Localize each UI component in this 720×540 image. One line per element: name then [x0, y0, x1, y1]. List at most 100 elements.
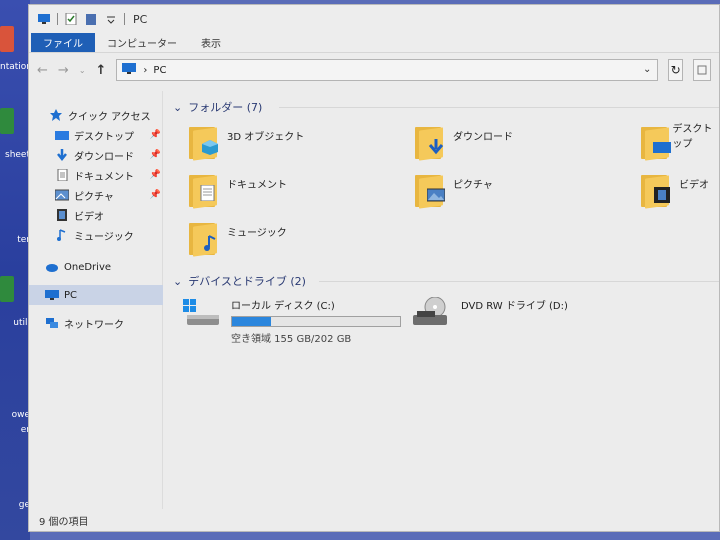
3d-objects-icon [202, 140, 218, 155]
picture-icon [427, 188, 445, 202]
tab-file[interactable]: ファイル [31, 33, 95, 52]
folder-documents[interactable]: ドキュメント [189, 173, 287, 209]
desktop-icon [653, 142, 671, 153]
nav-quick-access[interactable]: クイック アクセス [29, 105, 163, 125]
chevron-down-icon: ⌄ [173, 100, 183, 114]
desktop-app-icon[interactable] [0, 276, 14, 302]
nav-label: デスクトップ [74, 131, 134, 143]
nav-desktop[interactable]: デスクトップ 📌 [29, 125, 163, 145]
chevron-down-icon[interactable]: ⌄ [643, 64, 651, 75]
group-header-folders[interactable]: ⌄ フォルダー (7) [173, 99, 262, 115]
folder-pictures[interactable]: ピクチャ [415, 173, 493, 209]
pc-icon [45, 289, 59, 301]
drive-label: ローカル ディスク (C:) [231, 301, 335, 312]
chevron-down-icon: ⌄ [173, 274, 183, 288]
desktop-label: ge [18, 500, 30, 510]
divider [124, 13, 125, 25]
picture-icon [54, 189, 70, 201]
nav-pc[interactable]: PC [29, 285, 163, 305]
nav-onedrive[interactable]: OneDrive [29, 257, 163, 277]
folder-music[interactable]: ミュージック [189, 221, 287, 257]
address-bar[interactable]: › PC ⌄ [116, 59, 659, 81]
cloud-icon [45, 261, 59, 273]
folder-label: 3D オブジェクト [227, 131, 305, 143]
folder-icon [189, 125, 219, 161]
back-arrow-icon[interactable]: ← [37, 63, 48, 78]
nav-label: OneDrive [64, 261, 112, 273]
breadcrumb-separator: › [143, 64, 148, 76]
nav-pictures[interactable]: ピクチャ 📌 [29, 185, 163, 205]
folder-3d-objects[interactable]: 3D オブジェクト [189, 125, 305, 161]
drive-label: DVD RW ドライブ (D:) [461, 301, 568, 312]
ribbon-tabs: ファイル コンピューター 表示 [29, 33, 719, 53]
properties-icon[interactable] [64, 12, 78, 26]
pc-icon [121, 62, 137, 78]
navigation-bar: ← → ⌄ ↑ › PC ⌄ ↻ [29, 53, 719, 87]
folder-icon [415, 173, 445, 209]
folder-downloads[interactable]: ダウンロード [415, 125, 513, 161]
forward-arrow-icon[interactable]: → [58, 63, 69, 78]
disk-usage-fill [232, 317, 271, 326]
folder-label: ピクチャ [453, 179, 493, 191]
desktop-app-icon[interactable] [0, 108, 14, 134]
document-icon [55, 168, 69, 182]
hard-drive-icon [183, 297, 221, 327]
disk-usage-bar [231, 316, 401, 327]
status-bar: 9 個の項目 [29, 509, 719, 531]
nav-music[interactable]: ミュージック [29, 225, 163, 245]
desktop-label: ter [17, 235, 30, 245]
pin-icon[interactable]: 📌 [150, 150, 161, 160]
new-folder-icon[interactable] [84, 13, 98, 25]
folder-icon [189, 221, 219, 257]
group-title: フォルダー (7) [188, 101, 263, 114]
document-icon [200, 185, 215, 201]
folder-label: ビデオ [679, 179, 709, 191]
window-title: PC [133, 12, 148, 26]
folder-icon [641, 173, 671, 209]
customize-toolbar-icon[interactable] [104, 13, 118, 25]
nav-videos[interactable]: ビデオ [29, 205, 163, 225]
music-icon [204, 235, 216, 251]
up-arrow-icon[interactable]: ↑ [96, 63, 107, 78]
pc-icon [37, 13, 51, 25]
dvd-drive-icon [413, 296, 451, 327]
pin-icon[interactable]: 📌 [150, 170, 161, 180]
folder-label: ドキュメント [227, 179, 287, 191]
recent-locations-icon[interactable]: ⌄ [79, 66, 86, 75]
main-area: クイック アクセス デスクトップ 📌 ダウンロード 📌 ドキュメント 📌 ピクチ… [29, 91, 719, 531]
drive-c[interactable]: ローカル ディスク (C:) 空き領域 155 GB/202 GB [183, 297, 401, 345]
folder-label: ミュージック [227, 227, 287, 239]
refresh-button[interactable]: ↻ [668, 59, 683, 81]
nav-label: ミュージック [74, 231, 134, 243]
search-icon [697, 65, 707, 75]
video-icon [654, 187, 670, 203]
breadcrumb-pc[interactable]: PC [153, 65, 166, 76]
desktop-app-icon[interactable] [0, 26, 14, 52]
folder-desktop[interactable]: デスクトップ [641, 124, 719, 161]
nav-documents[interactable]: ドキュメント 📌 [29, 165, 163, 185]
star-icon [49, 109, 63, 121]
nav-network[interactable]: ネットワーク [29, 313, 163, 333]
item-count: 9 個の項目 [39, 516, 89, 528]
desktop-label: er [20, 425, 30, 435]
nav-label: PC [64, 289, 78, 301]
tab-computer[interactable]: コンピューター [95, 33, 189, 52]
desktop-icon [55, 129, 69, 141]
refresh-icon: ↻ [670, 63, 681, 77]
network-icon [45, 317, 59, 329]
pin-icon[interactable]: 📌 [150, 130, 161, 140]
pin-icon[interactable]: 📌 [150, 190, 161, 200]
folder-videos[interactable]: ビデオ [641, 173, 709, 209]
nav-downloads[interactable]: ダウンロード 📌 [29, 145, 163, 165]
folder-label: ダウンロード [453, 131, 513, 143]
title-bar: PC [29, 5, 719, 33]
search-input[interactable] [693, 59, 711, 81]
divider [57, 13, 58, 25]
drive-d[interactable]: DVD RW ドライブ (D:) [413, 296, 568, 327]
divider [319, 281, 719, 282]
desktop-label: utili [13, 318, 30, 328]
tab-view[interactable]: 表示 [189, 33, 233, 52]
group-header-drives[interactable]: ⌄ デバイスとドライブ (2) [173, 273, 306, 289]
explorer-window: PC ファイル コンピューター 表示 ← → ⌄ ↑ › PC ⌄ ↻ クイック… [28, 4, 720, 532]
music-icon [55, 229, 69, 241]
